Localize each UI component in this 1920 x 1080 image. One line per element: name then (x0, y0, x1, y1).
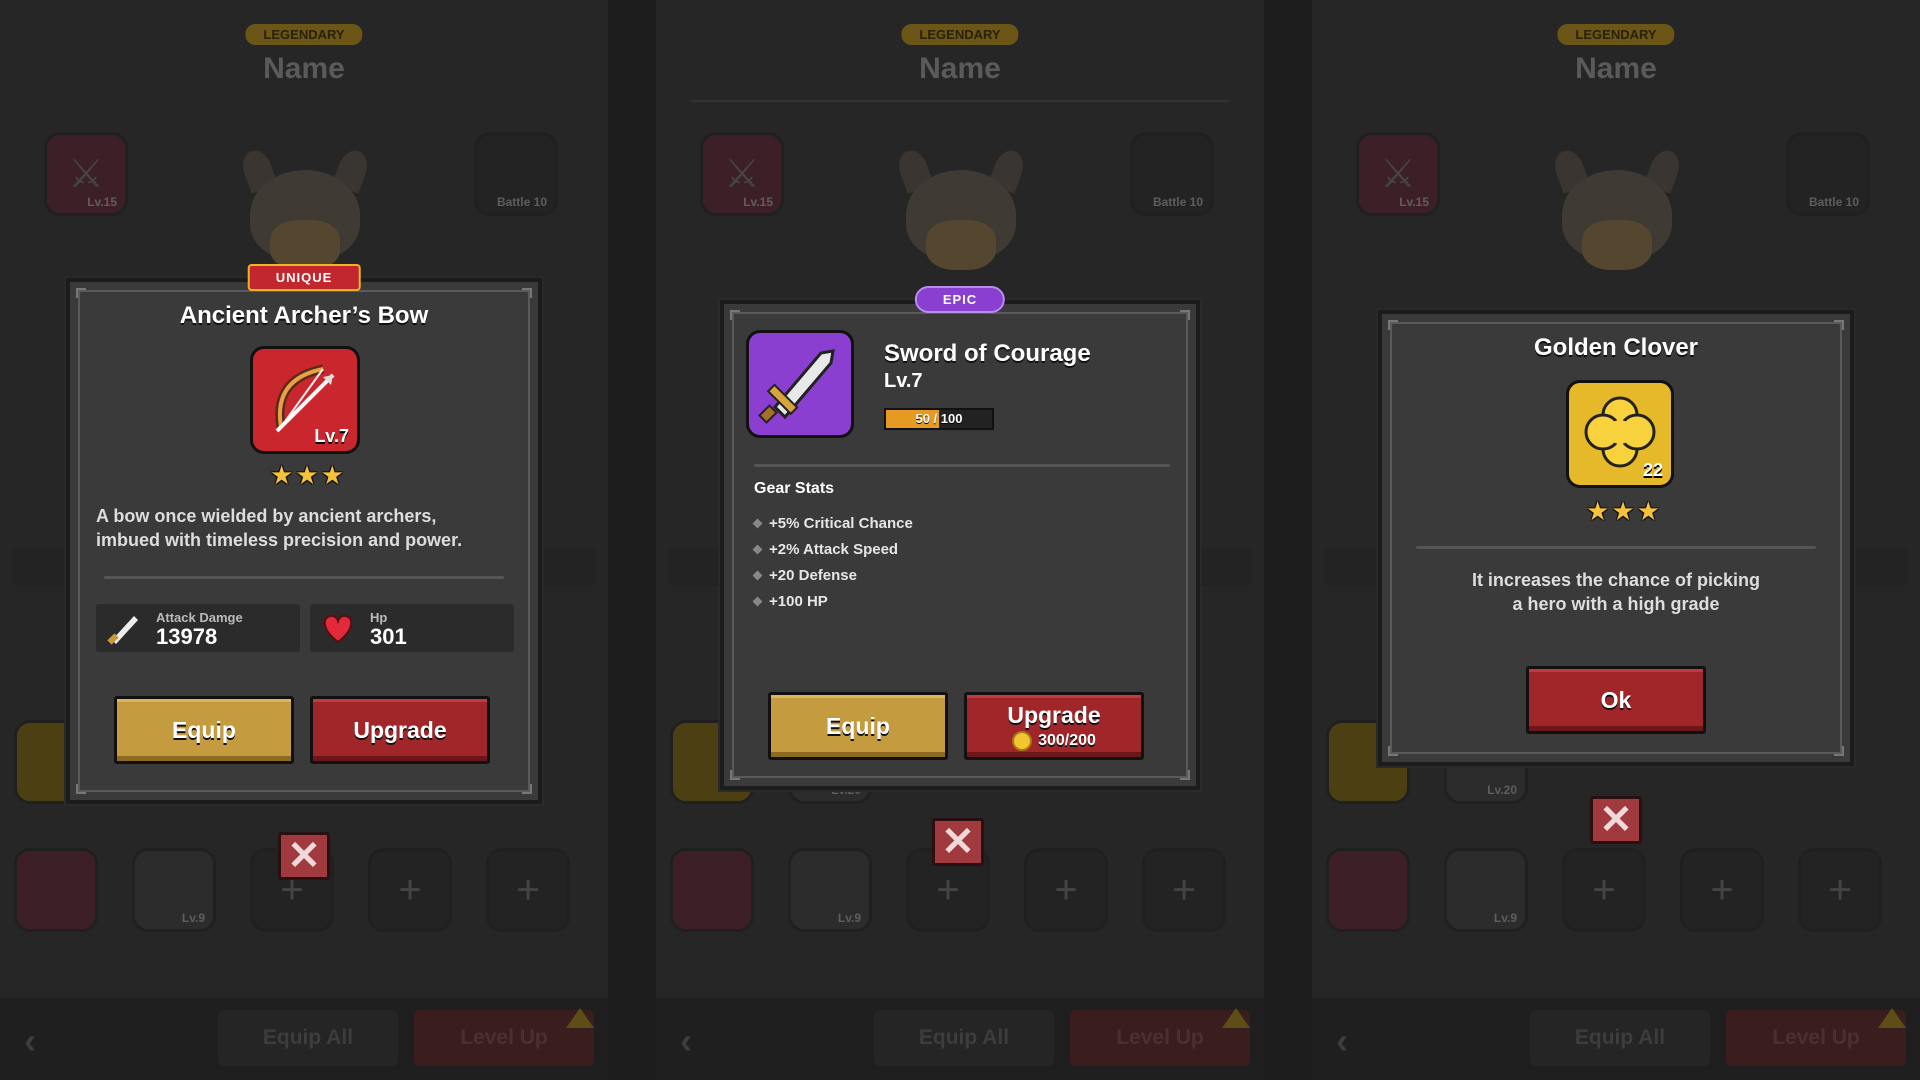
inventory-slot[interactable]: Lv.9 (1444, 848, 1528, 932)
bottom-bar: ‹ Equip All Level Up (1312, 998, 1920, 1080)
inventory-slot[interactable] (670, 848, 754, 932)
gear-stat: +100 HP (752, 588, 913, 614)
item-description: It increases the chance of picking a her… (1471, 570, 1761, 614)
upgrade-button[interactable]: Upgrade 300/200 (964, 692, 1144, 760)
hero-rarity-pill: LEGENDARY (245, 24, 363, 45)
level-up-arrow-icon (1878, 1008, 1906, 1028)
item-title: Ancient Archer’s Bow (179, 302, 429, 329)
empty-slot[interactable]: + (1798, 848, 1882, 932)
hero-name: Name (919, 52, 1001, 85)
empty-slot[interactable]: + (368, 848, 452, 932)
item-level: Lv.7 (884, 370, 923, 392)
divider (754, 464, 1170, 467)
hero-portrait (886, 146, 1036, 290)
hero-portrait (1542, 146, 1692, 290)
hero-divider (691, 100, 1229, 102)
upgrade-button[interactable]: Upgrade (310, 696, 490, 764)
inventory-slot[interactable]: Lv.9 (132, 848, 216, 932)
bottom-bar: ‹ Equip All Level Up (0, 998, 608, 1080)
close-icon[interactable]: ✕ (932, 818, 984, 866)
inventory-slot[interactable] (1326, 848, 1410, 932)
equip-all-button[interactable]: Equip All (218, 1010, 398, 1066)
gear-stat: +2% Attack Speed (752, 536, 913, 562)
rarity-badge: UNIQUE (247, 264, 361, 291)
equip-all-button[interactable]: Equip All (874, 1010, 1054, 1066)
empty-slot[interactable]: + (1142, 848, 1226, 932)
divider (1416, 546, 1816, 549)
inventory-slot[interactable]: Lv.9 (788, 848, 872, 932)
star-rating: ★ ★ ★ (270, 460, 344, 490)
coin-icon (1012, 730, 1033, 751)
sword-icon (107, 616, 138, 645)
empty-slot[interactable]: + (1562, 848, 1646, 932)
equip-button[interactable]: Equip (114, 696, 294, 764)
locked-slot: Battle 10 (1786, 132, 1870, 216)
xp-progress-bar: 50 / 100 (884, 408, 994, 430)
inventory-slot[interactable] (14, 848, 98, 932)
sword-icon (746, 330, 854, 438)
weapon-slot[interactable]: ⚔ Lv.15 (1356, 132, 1440, 216)
hero-name: Name (1575, 52, 1657, 85)
back-arrow-icon[interactable]: ‹ (1336, 1020, 1376, 1061)
empty-slot[interactable]: + (486, 848, 570, 932)
screen-sword-detail: LEGENDARY Name ⚔ Lv.15 Battle 10 Lv.20 Lv… (656, 0, 1264, 1080)
ok-button[interactable]: Ok (1526, 666, 1706, 734)
star-rating: ★ ★ ★ (1586, 496, 1660, 526)
item-title: Sword of Courage (884, 340, 1091, 367)
item-detail-dialog: Ancient Archer’s Bow Lv.7 ★ ★ ★ A bow once… (66, 278, 542, 804)
level-up-arrow-icon (566, 1008, 594, 1028)
equip-button[interactable]: Equip (768, 692, 948, 760)
gear-stats-list: +5% Critical Chance +2% Attack Speed +20… (752, 510, 913, 614)
empty-slot[interactable]: + (1024, 848, 1108, 932)
item-detail-dialog: Golden Clover 22 ★ ★ ★ It increases the ch… (1378, 310, 1854, 766)
weapon-slot[interactable]: ⚔ Lv.15 (700, 132, 784, 216)
divider (104, 576, 504, 579)
heart-icon (323, 614, 353, 644)
level-up-arrow-icon (1222, 1008, 1250, 1028)
screen-bow-detail: LEGENDARY Name ⚔Lv.15 Battle 10 Lv.20 Lv… (0, 0, 608, 1080)
gear-stats-title: Gear Stats (754, 480, 835, 497)
weapon-slot[interactable]: ⚔ Lv.15 (44, 132, 128, 216)
back-arrow-icon[interactable]: ‹ (24, 1020, 64, 1061)
empty-slot[interactable]: + (1680, 848, 1764, 932)
locked-slot: Battle 10 (474, 132, 558, 216)
close-icon[interactable]: ✕ (1590, 796, 1642, 844)
gear-stat: +5% Critical Chance (752, 510, 913, 536)
stat-attack: Attack Damge 13978 (96, 604, 300, 652)
gear-stat: +20 Defense (752, 562, 913, 588)
locked-slot: Battle 10 (1130, 132, 1214, 216)
equip-all-button[interactable]: Equip All (1530, 1010, 1710, 1066)
bottom-bar: ‹ Equip All Level Up (656, 998, 1264, 1080)
item-detail-dialog: Sword of Courage Lv.7 50 / 100 Gear Stat… (720, 300, 1200, 790)
hero-rarity-pill: LEGENDARY (901, 24, 1019, 45)
item-description: A bow once wielded by ancient archers, i… (96, 506, 463, 550)
stat-hp: Hp 301 (310, 604, 514, 652)
hero-name: Name (263, 52, 345, 85)
back-arrow-icon[interactable]: ‹ (680, 1020, 720, 1061)
screen-clover-detail: LEGENDARY Name ⚔ Lv.15 Battle 10 Lv.20 Lv… (1312, 0, 1920, 1080)
hero-rarity-pill: LEGENDARY (1557, 24, 1675, 45)
item-title: Golden Clover (1533, 334, 1699, 361)
clover-icon: 22 (1566, 380, 1674, 488)
bow-icon: Lv.7 (250, 346, 360, 454)
rarity-badge: EPIC (914, 286, 1006, 313)
close-icon[interactable]: ✕ (278, 832, 330, 880)
